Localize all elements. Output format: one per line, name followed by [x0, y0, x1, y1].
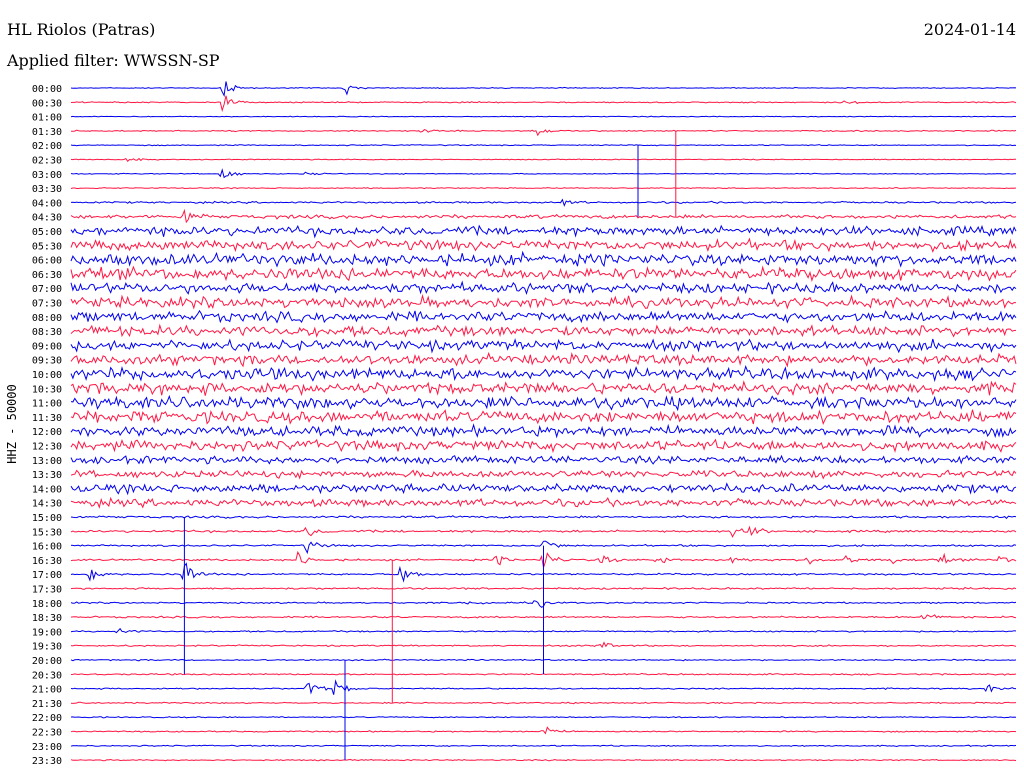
- trace-1500: [70, 515, 1017, 520]
- time-label: 04:30: [32, 213, 62, 224]
- time-label: 03:00: [32, 170, 62, 181]
- time-label: 08:30: [32, 327, 62, 338]
- trace-0600: [70, 250, 1017, 268]
- trace-1200: [70, 423, 1017, 439]
- time-label: 14:00: [32, 484, 62, 495]
- time-label: 16:00: [32, 542, 62, 553]
- time-label: 13:30: [32, 470, 62, 481]
- time-label: 03:30: [32, 184, 62, 195]
- time-label: 19:30: [32, 642, 62, 653]
- trace-1130: [70, 409, 1017, 425]
- time-label: 18:00: [32, 599, 62, 610]
- trace-0900: [70, 338, 1017, 354]
- time-label: 12:00: [32, 427, 62, 438]
- time-label: 21:30: [32, 699, 62, 710]
- trace-0030: [70, 95, 1017, 113]
- time-label: 00:30: [32, 98, 62, 109]
- trace-0830: [70, 323, 1017, 338]
- trace-1000: [70, 364, 1017, 383]
- time-label: 11:30: [32, 413, 62, 424]
- time-label: 08:00: [32, 313, 62, 324]
- time-label: 21:00: [32, 685, 62, 696]
- trace-0930: [70, 351, 1017, 368]
- trace-0530: [70, 237, 1017, 253]
- time-label: 19:00: [32, 627, 62, 638]
- time-label: 05:00: [32, 227, 62, 238]
- time-label: 15:00: [32, 513, 62, 524]
- time-label: 17:30: [32, 585, 62, 596]
- trace-1430: [70, 496, 1017, 509]
- trace-0430: [70, 208, 1017, 224]
- trace-1230: [70, 438, 1017, 454]
- time-label: 20:00: [32, 656, 62, 667]
- time-label: 05:30: [32, 241, 62, 252]
- time-label: 00:00: [32, 84, 62, 95]
- time-label: 11:00: [32, 399, 62, 410]
- trace-2200: [70, 715, 1017, 719]
- trace-0700: [70, 280, 1017, 295]
- trace-0630: [70, 265, 1017, 283]
- time-label: 01:30: [32, 127, 62, 138]
- trace-2330: [70, 758, 1017, 762]
- trace-0500: [70, 224, 1017, 239]
- time-label: 14:30: [32, 499, 62, 510]
- time-label: 02:30: [32, 156, 62, 167]
- time-label: 06:00: [32, 256, 62, 267]
- time-label: 09:00: [32, 341, 62, 352]
- time-label: 06:30: [32, 270, 62, 281]
- time-label: 23:30: [32, 756, 62, 767]
- time-label: 09:30: [32, 356, 62, 367]
- time-label: 22:00: [32, 713, 62, 724]
- trace-0130: [70, 129, 1017, 137]
- trace-0730: [70, 293, 1017, 310]
- time-label: 20:30: [32, 670, 62, 681]
- time-label: 13:00: [32, 456, 62, 467]
- time-label: 12:30: [32, 442, 62, 453]
- time-label: 07:30: [32, 299, 62, 310]
- trace-1400: [70, 482, 1017, 496]
- trace-0200: [70, 144, 1017, 147]
- trace-2300: [70, 744, 1017, 748]
- time-label: 02:00: [32, 141, 62, 152]
- trace-1530: [70, 525, 1017, 538]
- time-label: 04:00: [32, 198, 62, 209]
- trace-0100: [70, 115, 1017, 118]
- time-label: 01:00: [32, 113, 62, 124]
- time-label: 16:30: [32, 556, 62, 567]
- trace-0300: [70, 168, 1016, 179]
- trace-1100: [70, 394, 1017, 412]
- time-label: 17:00: [32, 570, 62, 581]
- trace-0230: [70, 157, 1016, 162]
- time-label: 22:30: [32, 728, 62, 739]
- trace-1030: [70, 380, 1017, 397]
- trace-1330: [70, 469, 1017, 480]
- time-label: 23:00: [32, 742, 62, 753]
- time-label: 10:30: [32, 384, 62, 395]
- time-label: 18:30: [32, 613, 62, 624]
- trace-1300: [70, 454, 1017, 466]
- time-label: 10:00: [32, 370, 62, 381]
- trace-2230: [70, 726, 1017, 735]
- seismogram-plot: 00:00 00:30 01:00 01:30 02:00 02:30 03:00 03:30…: [32, 81, 1017, 767]
- trace-2100: [70, 679, 1016, 695]
- trace-0800: [70, 309, 1017, 324]
- trace-0000: [70, 81, 1017, 98]
- trace-0400: [70, 198, 1017, 207]
- trace-0330: [70, 187, 1017, 190]
- time-label: 15:30: [32, 527, 62, 538]
- trace-2130: [70, 701, 1017, 705]
- time-label: 07:00: [32, 284, 62, 295]
